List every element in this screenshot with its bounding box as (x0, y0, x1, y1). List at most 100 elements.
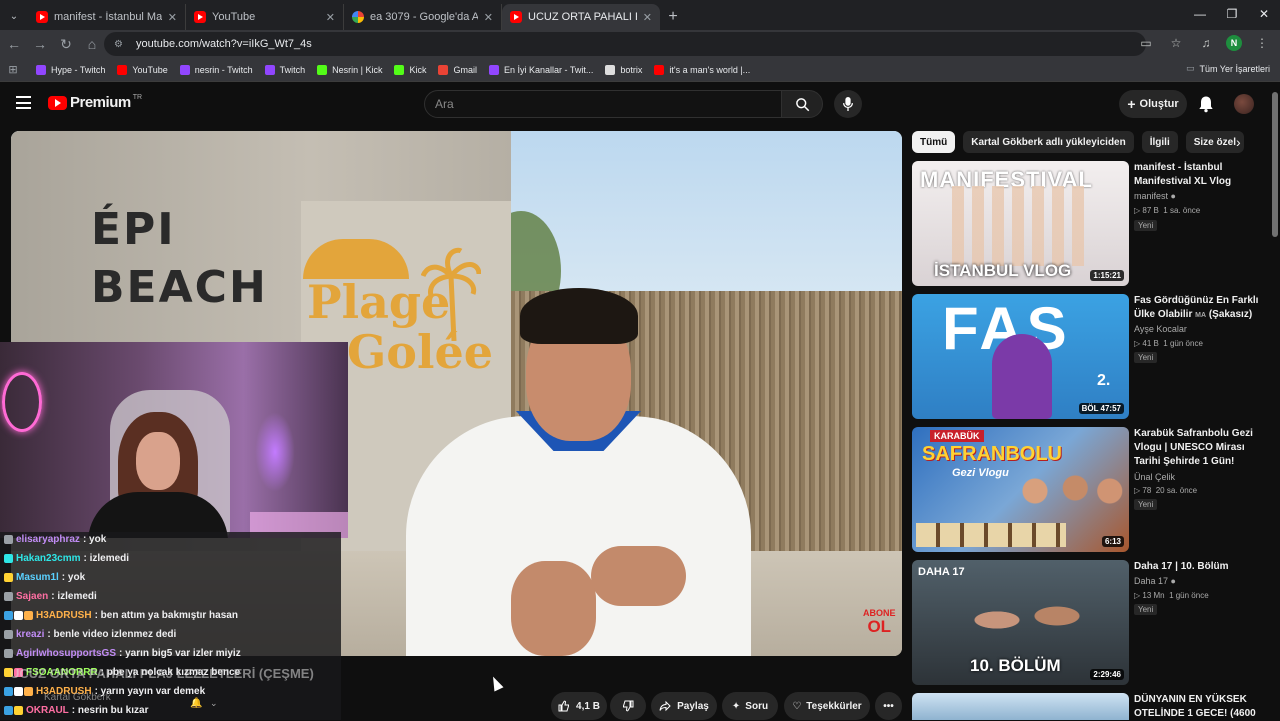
new-tab-button[interactable]: + (660, 4, 686, 30)
upload-age: 1 gün önce (1169, 591, 1209, 600)
minimize-icon[interactable]: — (1184, 0, 1216, 28)
close-icon[interactable]: ✕ (484, 11, 493, 24)
bookmark-item[interactable]: botrix (605, 65, 642, 75)
browser-tab[interactable]: ea 3079 - Google'da Ara ✕ (344, 4, 502, 30)
recommended-video[interactable]: MANIFESTIVAL İSTANBUL VLOG 1:15:21 manif… (912, 161, 1272, 289)
restore-icon[interactable]: ❐ (1216, 0, 1248, 28)
star-icon[interactable]: ☆ (1166, 32, 1186, 54)
bookmark-favicon-icon (317, 65, 327, 75)
thanks-button[interactable]: ♡ Teşekkürler (784, 692, 870, 720)
account-avatar[interactable] (1234, 94, 1254, 114)
video-title[interactable]: manifest - İstanbul Manifestival XL Vlog (1134, 161, 1262, 189)
all-bookmarks[interactable]: ▭ Tüm Yer İşaretleri (1186, 63, 1270, 74)
chat-username[interactable]: OKRAUL (26, 705, 69, 716)
chat-message: elisaryaphraz: yok (4, 531, 340, 547)
bookmarks-bar: ⊞ Hype - Twitch YouTube nesrin - Twitch Twi… (0, 58, 1280, 82)
video-duration: 6:13 (1102, 536, 1124, 547)
video-thumbnail[interactable]: KARABÜK SAFRANBOLU Gezi Vlogu 6:13 (912, 427, 1129, 552)
close-icon[interactable]: ✕ (643, 11, 652, 24)
cast-icon[interactable]: ▭ (1136, 32, 1156, 54)
youtube-logo[interactable]: Premium TR (48, 94, 142, 111)
bookmark-item[interactable]: YouTube (117, 65, 167, 75)
video-title[interactable]: DÜNYANIN EN YÜKSEK OTELİNDE 1 GECE! (460… (1134, 693, 1262, 721)
bookmark-item[interactable]: Gmail (438, 65, 477, 75)
filter-chip[interactable]: Kartal Gökberk adlı yükleyiciden (963, 131, 1134, 153)
recommended-video[interactable]: FAS 2. BÖL 47:57 Fas Gördüğünüz En Farkl… (912, 294, 1272, 422)
close-window-icon[interactable]: ✕ (1248, 0, 1280, 28)
search-button[interactable] (781, 90, 823, 118)
video-thumbnail[interactable]: DAHA 17 10. BÖLÜM 2:29:46 (912, 560, 1129, 685)
browser-tab[interactable]: manifest - İstanbul Manifestival ✕ (28, 4, 186, 30)
youtube-play-icon (48, 96, 67, 110)
recommended-video[interactable]: DAHA 17 10. BÖLÜM 2:29:46 Daha 17 | 10. … (912, 560, 1272, 688)
chat-text: : yok (83, 534, 106, 545)
bookmark-item[interactable]: Hype - Twitch (36, 65, 105, 75)
video-thumbnail[interactable]: MANIFESTIVAL İSTANBUL VLOG 1:15:21 (912, 161, 1129, 286)
page-scrollbar[interactable] (1272, 92, 1278, 237)
bookmark-item[interactable]: Kick (394, 65, 426, 75)
video-title[interactable]: Fas Gördüğünüz En Farklı Ülke Olabilir M… (1134, 294, 1262, 323)
close-icon[interactable]: ✕ (168, 11, 177, 24)
more-actions-button[interactable]: ••• (875, 692, 902, 720)
video-meta: ▷ 78 20 sa. önce (1134, 486, 1197, 495)
bookmark-item[interactable]: nesrin - Twitch (180, 65, 253, 75)
channel-name[interactable]: Daha 17 ● (1134, 576, 1176, 586)
chat-text: : izlemedi (51, 591, 97, 602)
video-title[interactable]: Daha 17 | 10. Bölüm (1134, 560, 1262, 574)
channel-name[interactable]: Ayşe Kocalar (1134, 324, 1187, 334)
hamburger-menu-icon[interactable] (16, 96, 31, 109)
recommended-video[interactable]: KARABÜK SAFRANBOLU Gezi Vlogu 6:13 Karab… (912, 427, 1272, 555)
chat-message: Sajaen: izlemedi (4, 588, 340, 604)
video-thumbnail[interactable] (912, 693, 1129, 720)
close-icon[interactable]: ✕ (326, 11, 335, 24)
chat-username[interactable]: kreazi (16, 629, 44, 640)
like-button[interactable]: 4,1 B (551, 692, 607, 720)
bookmark-item[interactable]: Nesrin | Kick (317, 65, 382, 75)
channel-name[interactable]: Ünal Çelik (1134, 472, 1175, 482)
address-bar[interactable]: ⚙ youtube.com/watch?v=iIkG_Wt7_4s (104, 32, 1146, 56)
search-input[interactable]: Ara (424, 90, 782, 118)
channel-name[interactable]: manifest ● (1134, 191, 1176, 201)
recommended-video[interactable]: DÜNYANIN EN YÜKSEK OTELİNDE 1 GECE! (460… (912, 693, 1272, 720)
share-button[interactable]: Paylaş (651, 692, 717, 720)
back-icon[interactable]: ← (2, 32, 26, 56)
video-title[interactable]: Karabük Safranbolu Gezi Vlogu | UNESCO M… (1134, 427, 1262, 469)
bookmark-item[interactable]: Twitch (265, 65, 306, 75)
ask-button[interactable]: ✦ Soru (722, 692, 778, 720)
forward-icon[interactable]: → (28, 32, 52, 56)
chat-username[interactable]: H3ADRUSH (36, 610, 92, 621)
bookmark-item[interactable]: En İyi Kanallar - Twit... (489, 65, 593, 75)
chat-username[interactable]: Masum1l (16, 572, 59, 583)
chevron-right-icon[interactable]: › (1236, 134, 1241, 150)
chat-username[interactable]: AgirlwhosupportsGS (16, 648, 116, 659)
bookmark-item[interactable]: it's a man's world |... (654, 65, 750, 75)
browser-tab[interactable]: YouTube ✕ (186, 4, 344, 30)
home-icon[interactable]: ⌂ (80, 32, 104, 56)
profile-avatar[interactable]: N (1226, 35, 1242, 51)
chevron-down-icon[interactable]: ⌄ (210, 698, 218, 709)
browser-tab-active[interactable]: UCUZ ORTA PAHALI PLAJ LEZZE ✕ (502, 4, 660, 30)
logo-text: Premium (70, 94, 131, 111)
menu-icon[interactable]: ⋮ (1252, 32, 1272, 54)
tab-search-icon[interactable]: ⌄ (0, 2, 28, 30)
chat-text: : yarın big5 var izler miyiz (119, 648, 241, 659)
media-control-icon[interactable]: ♫ (1196, 32, 1216, 54)
site-info-icon[interactable]: ⚙ (114, 39, 128, 50)
video-meta: ▷ 13 Mn 1 gün önce (1134, 591, 1209, 600)
filter-chip[interactable]: Tümü (912, 131, 955, 153)
apps-icon[interactable]: ⊞ (0, 63, 26, 76)
chat-username[interactable]: elisaryaphraz (16, 534, 80, 545)
sparkle-icon: ✦ (732, 701, 740, 712)
dislike-button[interactable] (610, 692, 646, 720)
subscribe-bell-icon[interactable]: 🔔 (190, 698, 202, 709)
reload-icon[interactable]: ↻ (54, 32, 78, 56)
create-button[interactable]: + Oluştur (1119, 90, 1187, 118)
youtube-icon (36, 11, 48, 23)
bookmark-label: it's a man's world |... (669, 65, 750, 75)
chat-username[interactable]: Sajaen (16, 591, 48, 602)
voice-search-button[interactable] (834, 90, 862, 118)
filter-chip[interactable]: İlgili (1142, 131, 1178, 153)
chat-username[interactable]: Hakan23cmm (16, 553, 80, 564)
notifications-bell-icon[interactable] (1196, 94, 1216, 114)
video-thumbnail[interactable]: FAS 2. BÖL 47:57 (912, 294, 1129, 419)
